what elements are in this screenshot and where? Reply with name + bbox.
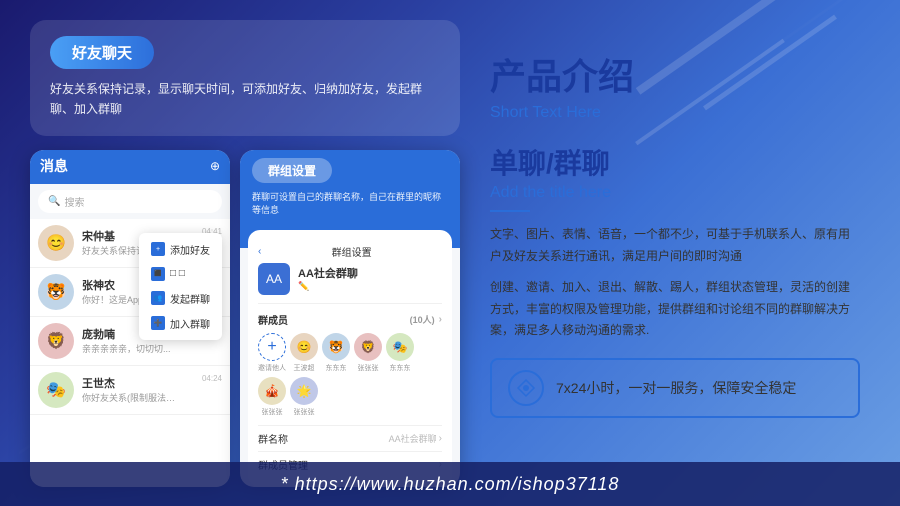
short-text: Short Text Here: [490, 104, 860, 122]
group-subtitle: ✏️: [298, 281, 358, 292]
group-settings-card: ‹ 群组设置 AA AA社会群聊 ✏️ 群成员: [248, 230, 452, 487]
fullscreen-label: □ □: [170, 268, 185, 279]
member-add-button[interactable]: +: [258, 333, 286, 361]
chat-list-item[interactable]: 😊 宋仲基 好友关系保持记录，显示... 04:41 + 添加好友: [30, 219, 230, 268]
member-wrap: 😊 王波超: [290, 333, 318, 373]
chevron-right-icon: ›: [439, 433, 442, 444]
nav-label: 群组设置: [332, 244, 372, 259]
phone-body: 😊 宋仲基 好友关系保持记录，显示... 04:41 + 添加好友: [30, 219, 230, 487]
chat-preview: 你好友关系(限制服法提升?...: [82, 391, 182, 404]
right-section: 产品介绍 Short Text Here 单聊/群聊 Add the title…: [470, 10, 890, 456]
footer-url: * https://www.huzhan.com/ishop37118: [281, 474, 620, 495]
context-join-group[interactable]: ➕ 加入群聊: [139, 311, 222, 336]
avatar: 🐯: [38, 274, 74, 310]
member-name: 张张张: [354, 363, 382, 373]
chat-list-item[interactable]: 🎭 王世杰 你好友关系(限制服法提升?... 04:24: [30, 366, 230, 415]
service-icon: [508, 370, 544, 406]
group-card-nav[interactable]: ‹ 群组设置: [258, 240, 442, 263]
add-friend-cm-icon: +: [151, 242, 165, 256]
group-avatar: AA: [258, 263, 290, 295]
member-avatar: 😊: [290, 333, 318, 361]
join-group-icon: ➕: [151, 316, 165, 330]
group-card-header: AA AA社会群聊 ✏️: [258, 263, 442, 304]
phone-group-settings: 群组设置 群聊可设置自己的群聊名称，自己在群里的昵称等信息 ‹ 群组设置 AA: [240, 150, 460, 487]
member-wrap: 🌟 张张张: [290, 377, 318, 417]
footer: * https://www.huzhan.com/ishop37118: [0, 462, 900, 506]
friend-chat-description: 好友关系保持记录，显示聊天时间，可添加好友、归纳加好友，发起群聊、加入群聊: [50, 79, 440, 120]
add-title: Add the title here: [490, 184, 860, 202]
chat-preview: 亲亲亲亲亲，切切切...: [82, 342, 182, 355]
search-placeholder: 搜索: [64, 194, 84, 209]
header-icons: ⊕: [210, 159, 220, 173]
description-1: 文字、图片、表情、语音，一个都不少，可基于手机联系人、原有用户及好友关系进行通讯…: [490, 224, 860, 267]
add-friend-icon[interactable]: ⊕: [210, 159, 220, 173]
member-wrap: 🎪 张张张: [258, 377, 286, 417]
join-group-label: 加入群聊: [170, 316, 210, 331]
service-box: 7x24小时，一对一服务，保障安全稳定: [490, 358, 860, 418]
member-avatar: 🐯: [322, 333, 350, 361]
member-name: 东东东: [322, 363, 350, 373]
chevron-right-icon: ›: [439, 314, 442, 325]
search-icon: 🔍: [48, 196, 60, 207]
member-name: 张张张: [258, 407, 286, 417]
section-title: 单聊/群聊: [490, 142, 860, 182]
member-avatar: 🎪: [258, 377, 286, 405]
member-name: 王波超: [290, 363, 318, 373]
members-count: (10人): [410, 313, 435, 326]
back-icon: ‹: [258, 246, 261, 257]
description-2: 创建、邀请、加入、退出、解散、踢人，群组状态管理，灵活的创建方式，丰富的权限及管…: [490, 277, 860, 342]
group-name-label: 群名称: [258, 431, 288, 446]
phone-search-bar[interactable]: 🔍 搜索: [38, 190, 222, 213]
members-grid: + 邀请他人 😊 王波超 🐯 东东东 🦁: [258, 333, 442, 417]
member-wrap: 🐯 东东东: [322, 333, 350, 373]
context-start-group[interactable]: 👥 发起群聊: [139, 286, 222, 311]
start-group-label: 发起群聊: [170, 291, 210, 306]
member-name: 东东东: [386, 363, 414, 373]
avatar: 😊: [38, 225, 74, 261]
group-name-row[interactable]: 群名称 AA社会群聊 ›: [258, 425, 442, 451]
phone-title: 消息: [40, 156, 68, 176]
phone-messages: 消息 ⊕ 🔍 搜索 😊 宋仲基 好友关系保持记录，显示...: [30, 150, 230, 487]
phones-row: 消息 ⊕ 🔍 搜索 😊 宋仲基 好友关系保持记录，显示...: [30, 150, 460, 487]
member-wrap: 🦁 张张张: [354, 333, 382, 373]
group-members-title: 群成员 (10人) ›: [258, 312, 442, 327]
main-container: 好友聊天 好友关系保持记录，显示聊天时间，可添加好友、归纳加好友，发起群聊、加入…: [10, 10, 890, 456]
chat-time: 04:24: [202, 374, 222, 383]
member-avatar: 🎭: [386, 333, 414, 361]
group-settings-title: 群组设置: [252, 158, 332, 183]
fullscreen-icon: ⬛: [151, 267, 165, 281]
context-add-friend[interactable]: + 添加好友: [139, 237, 222, 262]
group-name-info: AA社会群聊 ✏️: [298, 265, 358, 292]
group-settings-desc: 群聊可设置自己的群聊名称，自己在群里的昵称等信息: [252, 191, 448, 218]
group-name-right: AA社会群聊: [389, 432, 437, 445]
add-friend-label: 添加好友: [170, 242, 210, 257]
phone-header: 消息 ⊕: [30, 150, 230, 184]
group-name: AA社会群聊: [298, 265, 358, 281]
member-wrap: 🎭 东东东: [386, 333, 414, 373]
left-section: 好友聊天 好友关系保持记录，显示聊天时间，可添加好友、归纳加好友，发起群聊、加入…: [10, 10, 470, 456]
avatar: 🦁: [38, 323, 74, 359]
friend-chat-button[interactable]: 好友聊天: [50, 36, 154, 69]
friend-chat-box: 好友聊天 好友关系保持记录，显示聊天时间，可添加好友、归纳加好友，发起群聊、加入…: [30, 20, 460, 136]
members-label: 群成员: [258, 312, 288, 327]
context-menu: + 添加好友 ⬛ □ □ 👥 发起群聊: [139, 233, 222, 340]
member-name: 张张张: [290, 407, 318, 417]
member-add-wrap[interactable]: + 邀请他人: [258, 333, 286, 373]
member-avatar: 🦁: [354, 333, 382, 361]
product-title: 产品介绍: [490, 48, 860, 100]
context-fullscreen[interactable]: ⬛ □ □: [139, 262, 222, 286]
avatar: 🎭: [38, 372, 74, 408]
start-group-icon: 👥: [151, 291, 165, 305]
member-label: 邀请他人: [258, 363, 286, 373]
divider-line: [490, 210, 530, 212]
member-avatar: 🌟: [290, 377, 318, 405]
service-text: 7x24小时，一对一服务，保障安全稳定: [556, 378, 796, 398]
